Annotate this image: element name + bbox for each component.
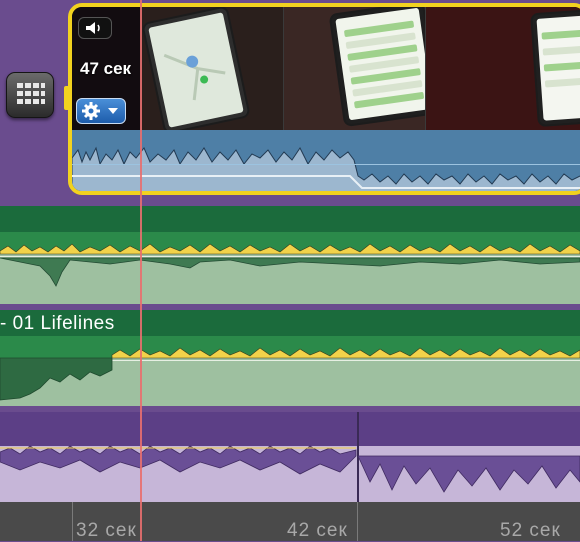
time-ruler[interactable]: 32 сек 42 сек 52 сек: [0, 502, 580, 541]
grid-icon: [17, 83, 45, 104]
ruler-time-label: 42 сек: [287, 520, 348, 541]
phone-image: [143, 7, 249, 130]
clip-settings-button[interactable]: [76, 98, 126, 124]
music-track-title: - 01 Lifelines: [0, 313, 115, 334]
clip-duration-label: 47 сек: [80, 59, 132, 78]
grid-view-button[interactable]: [6, 72, 54, 118]
clip-volume-button[interactable]: [78, 17, 112, 39]
video-frame: [284, 7, 426, 130]
speaker-icon: [86, 22, 100, 34]
video-frame: [426, 7, 580, 130]
clip-audio-waveform: [72, 130, 580, 191]
ruler-time-label: 32 сек: [76, 520, 137, 541]
phone-image: [532, 11, 580, 125]
audio-track[interactable]: [0, 412, 580, 502]
playhead[interactable]: [140, 0, 142, 541]
video-filmstrip: [72, 7, 580, 130]
music-track[interactable]: [0, 206, 580, 304]
gear-icon: [82, 102, 100, 120]
chevron-down-icon: [108, 108, 118, 114]
video-frame: [142, 7, 284, 130]
phone-image: [330, 7, 426, 125]
music-waveform: [0, 243, 580, 287]
video-clip[interactable]: 47 сек: [68, 3, 580, 195]
ruler-time-label: 52 сек: [500, 520, 561, 541]
audio-waveform: [0, 445, 580, 493]
